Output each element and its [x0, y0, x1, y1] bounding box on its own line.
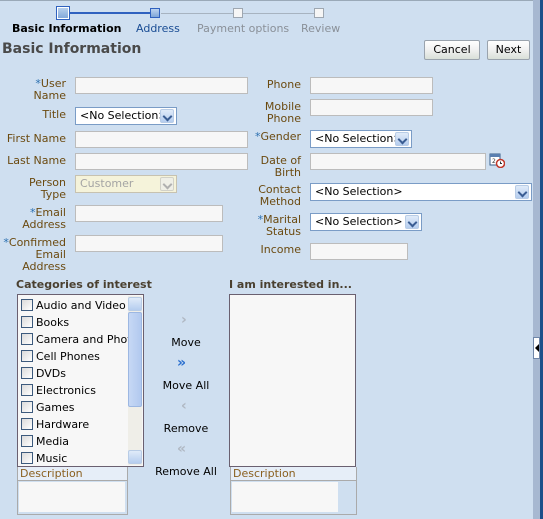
next-button[interactable]: Next: [487, 40, 530, 60]
chevron-down-icon: [395, 132, 409, 146]
person-type-label: Person Type: [29, 176, 66, 201]
checkbox[interactable]: [21, 367, 33, 379]
svg-text:2: 2: [492, 158, 496, 165]
train-link-address[interactable]: Address: [136, 22, 180, 35]
first-name-input[interactable]: [75, 131, 248, 148]
income-input[interactable]: [310, 243, 408, 260]
side-panel-edge: [533, 0, 543, 519]
scroll-up-icon[interactable]: [128, 297, 142, 311]
dob-label: Date of Birth: [260, 154, 301, 179]
source-listbox[interactable]: Audio and Video Books Camera and Photo C…: [17, 294, 144, 467]
train-label-basic-info: Basic Information: [12, 22, 122, 35]
page-title: Basic Information: [2, 41, 142, 57]
list-item[interactable]: DVDs: [21, 365, 66, 382]
chevron-down-icon: [515, 185, 529, 199]
scroll-down-icon[interactable]: [128, 450, 142, 464]
remove-all-button[interactable]: Remove All: [152, 465, 220, 478]
checkbox[interactable]: [21, 299, 33, 311]
move-button[interactable]: Move: [160, 336, 212, 349]
list-item[interactable]: Audio and Video: [21, 297, 126, 314]
gender-label: *Gender: [254, 130, 301, 143]
list-item[interactable]: Hardware: [21, 416, 89, 433]
train-connector: [161, 13, 234, 14]
train-stop-review: [314, 8, 324, 18]
cancel-button[interactable]: Cancel: [424, 40, 480, 60]
list-item[interactable]: Music: [21, 450, 67, 467]
train-connector: [69, 12, 153, 14]
person-type-select: Customer: [75, 175, 177, 193]
checkbox[interactable]: [21, 384, 33, 396]
move-all-button[interactable]: Move All: [155, 379, 217, 392]
source-list-title: Categories of interest: [16, 278, 152, 291]
target-description-box: [230, 481, 357, 515]
mobile-phone-label: Mobile Phone: [264, 100, 301, 125]
last-name-label: Last Name: [7, 154, 66, 167]
last-name-input[interactable]: [75, 153, 248, 170]
mobile-phone-input[interactable]: [310, 99, 433, 116]
chevron-down-icon: [160, 177, 174, 191]
train-label-review: Review: [301, 22, 341, 35]
remove-icon[interactable]: ‹: [181, 399, 187, 413]
target-description-label: Description: [230, 467, 357, 481]
scrollbar[interactable]: [128, 296, 142, 465]
checkbox[interactable]: [21, 333, 33, 345]
move-icon[interactable]: ›: [181, 313, 187, 327]
remove-all-icon[interactable]: «: [177, 442, 186, 456]
phone-input[interactable]: [310, 77, 433, 94]
list-item[interactable]: Media: [21, 433, 69, 450]
train-stop-payment: [233, 8, 243, 18]
title-select[interactable]: <No Selection>: [75, 107, 177, 125]
marital-status-select[interactable]: <No Selection>: [310, 213, 422, 231]
email-label: *Email Address: [22, 206, 66, 231]
list-item[interactable]: Games: [21, 399, 74, 416]
chevron-down-icon: [405, 215, 419, 229]
checkbox[interactable]: [21, 435, 33, 447]
calendar-icon[interactable]: 2: [489, 152, 505, 168]
expand-panel-icon[interactable]: [533, 337, 540, 359]
income-label: Income: [260, 243, 301, 256]
contact-method-label: Contact Method: [258, 183, 301, 208]
list-item[interactable]: Cell Phones: [21, 348, 100, 365]
dob-input[interactable]: [310, 153, 486, 170]
email-input[interactable]: [75, 205, 223, 222]
train-stop-address[interactable]: [150, 8, 160, 18]
target-listbox[interactable]: [229, 294, 356, 467]
checkbox[interactable]: [21, 401, 33, 413]
checkbox[interactable]: [21, 452, 33, 464]
train-label-payment: Payment options: [197, 22, 290, 35]
contact-method-select[interactable]: <No Selection>: [310, 183, 532, 201]
remove-button[interactable]: Remove: [155, 422, 217, 435]
source-description-label: Description: [17, 467, 128, 481]
step-train: Basic Information Address Payment option…: [0, 0, 533, 38]
train-connector: [243, 13, 315, 14]
list-item[interactable]: Electronics: [21, 382, 96, 399]
phone-label: Phone: [266, 78, 301, 91]
chevron-down-icon: [160, 109, 174, 123]
scroll-thumb[interactable]: [128, 312, 142, 407]
checkbox[interactable]: [21, 418, 33, 430]
checkbox[interactable]: [21, 350, 33, 362]
first-name-label: First Name: [6, 132, 66, 145]
source-description-box: [17, 481, 128, 515]
gender-select[interactable]: <No Selection>: [310, 130, 412, 148]
list-item[interactable]: Books: [21, 314, 69, 331]
list-item[interactable]: Camera and Photo: [21, 331, 138, 348]
checkbox[interactable]: [21, 316, 33, 328]
train-stop-basic-info[interactable]: [56, 6, 70, 20]
user-name-label: *User Name: [33, 77, 66, 102]
move-all-icon[interactable]: »: [177, 356, 186, 370]
confirm-email-label: *Confirmed Email Address: [3, 236, 66, 273]
marital-status-label: *Marital Status: [257, 213, 301, 238]
confirm-email-input[interactable]: [75, 235, 223, 252]
target-list-title: I am interested in...: [229, 278, 352, 291]
user-name-input[interactable]: [75, 77, 248, 94]
title-label: Title: [42, 108, 66, 121]
